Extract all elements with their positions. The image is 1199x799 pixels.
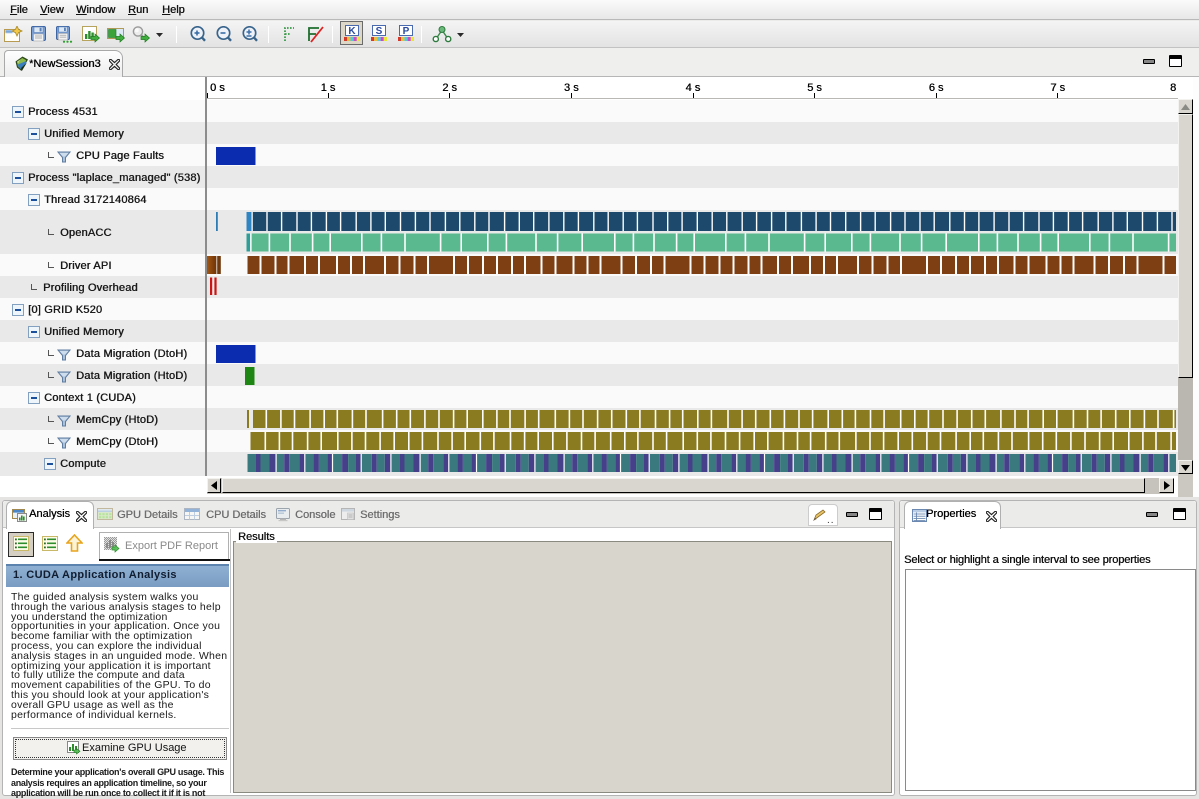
svg-text:K: K [348, 26, 356, 37]
svg-text:S: S [376, 26, 383, 37]
svg-text:P: P [403, 26, 410, 37]
